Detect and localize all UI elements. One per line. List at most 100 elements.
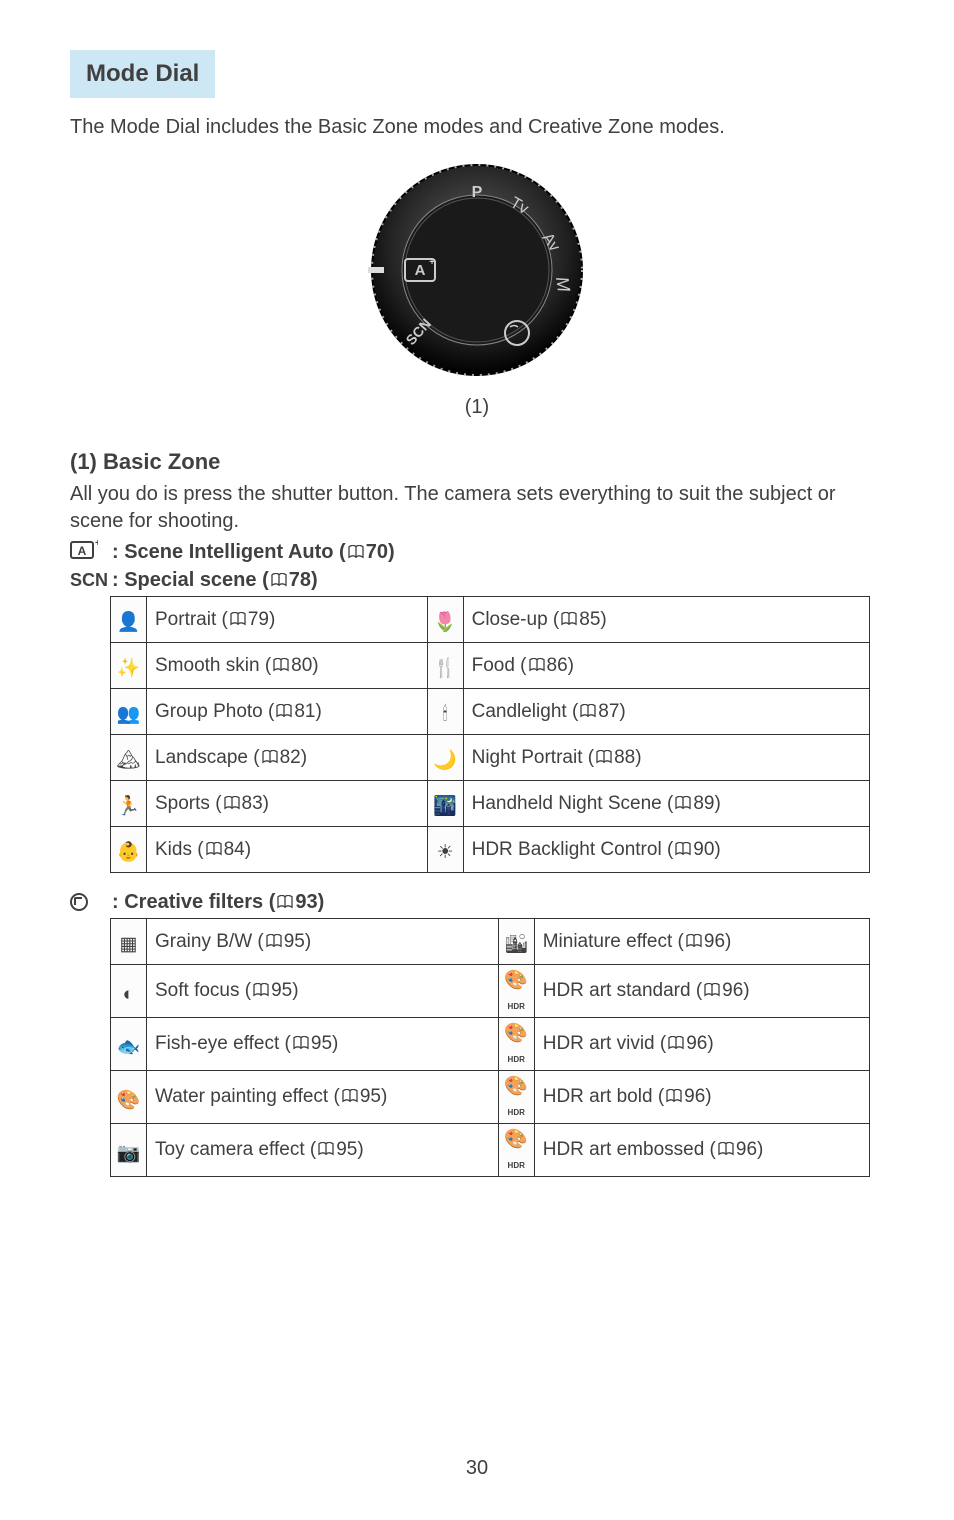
icon-cell: 🕯 bbox=[427, 689, 463, 735]
mode-dial-icon: P Tv Av M SCN A + bbox=[362, 155, 592, 385]
section-header: Mode Dial bbox=[70, 50, 215, 98]
special-scene-page: 78 bbox=[289, 569, 311, 591]
mode-icon: 🐟 bbox=[117, 1025, 141, 1064]
icon-cell: 🎨HDR bbox=[498, 1018, 534, 1071]
mode-name-cell: HDR art bold (96) bbox=[534, 1071, 869, 1124]
mode-name-cell: Toy camera effect (95) bbox=[147, 1124, 499, 1177]
scene-intelligent-auto-line: A + : Scene Intelligent Auto (70) bbox=[70, 539, 884, 565]
mode-icon: 👶 bbox=[117, 830, 141, 869]
page-ref-icon bbox=[717, 1142, 735, 1156]
scn-icon: SCN bbox=[70, 570, 112, 591]
table-row: 🐟Fish-eye effect (95)🎨HDRHDR art vivid (… bbox=[111, 1018, 870, 1071]
svg-text:A: A bbox=[415, 262, 426, 279]
svg-text:+: + bbox=[95, 539, 98, 549]
filters-table: ▦Grainy B/W (95)🏙Miniature effect (96)◐S… bbox=[110, 918, 884, 1177]
mode-name-cell: Close-up (85) bbox=[463, 597, 869, 643]
page-ref-icon bbox=[674, 796, 692, 810]
mode-name-cell: Grainy B/W (95) bbox=[147, 919, 499, 965]
page-ref-icon bbox=[528, 658, 546, 672]
mode-name-cell: Handheld Night Scene (89) bbox=[463, 781, 869, 827]
page-ref-icon bbox=[276, 895, 294, 909]
page-ref-icon bbox=[272, 658, 290, 672]
table-row: 🏃Sports (83)🌃Handheld Night Scene (89) bbox=[111, 781, 870, 827]
page-ref-icon bbox=[703, 983, 721, 997]
special-scene-line: SCN : Special scene (78) bbox=[70, 569, 884, 592]
page-ref-icon bbox=[341, 1089, 359, 1103]
table-row: 👶Kids (84)☀HDR Backlight Control (90) bbox=[111, 827, 870, 873]
creative-filters-page: 93 bbox=[295, 891, 317, 913]
scn-table: 👤Portrait (79)🌷Close-up (85)✨Smooth skin… bbox=[110, 596, 884, 873]
hdr-icon: 🎨HDR bbox=[504, 1076, 528, 1119]
page-ref-icon bbox=[292, 1036, 310, 1050]
mode-icon: 🎨 bbox=[117, 1078, 141, 1117]
page-ref-icon bbox=[347, 545, 365, 559]
icon-cell: 👤 bbox=[111, 597, 147, 643]
icon-cell: 🏃 bbox=[111, 781, 147, 827]
page-ref-icon bbox=[674, 842, 692, 856]
mode-name-cell: Fish-eye effect (95) bbox=[147, 1018, 499, 1071]
mode-name-cell: Sports (83) bbox=[147, 781, 428, 827]
icon-cell: 👶 bbox=[111, 827, 147, 873]
creative-filters-label: : Creative filters ( bbox=[112, 891, 275, 913]
mode-icon: 👤 bbox=[117, 600, 141, 639]
mode-name-cell: HDR art vivid (96) bbox=[534, 1018, 869, 1071]
mode-name-cell: Group Photo (81) bbox=[147, 689, 428, 735]
mode-icon: ☀ bbox=[437, 830, 454, 869]
svg-text:P: P bbox=[472, 184, 483, 201]
icon-cell: 🌃 bbox=[427, 781, 463, 827]
page-ref-icon bbox=[595, 750, 613, 764]
basic-zone-title: (1) Basic Zone bbox=[70, 449, 884, 475]
icon-cell: 📷 bbox=[111, 1124, 147, 1177]
mode-name-cell: HDR art embossed (96) bbox=[534, 1124, 869, 1177]
page-ref-icon bbox=[223, 796, 241, 810]
mode-icon: 🌙 bbox=[433, 738, 457, 777]
page-ref-icon bbox=[560, 612, 578, 626]
mode-icon: 🏔 bbox=[116, 738, 140, 777]
icon-cell: ◐ bbox=[111, 965, 147, 1018]
mode-dial-figure: P Tv Av M SCN A + (1) bbox=[70, 155, 884, 419]
special-scene-label: : Special scene ( bbox=[112, 569, 269, 591]
page-ref-icon bbox=[265, 934, 283, 948]
hdr-icon: 🎨HDR bbox=[504, 1023, 528, 1066]
mode-icon: 🌷 bbox=[433, 600, 457, 639]
mode-name-cell: Night Portrait (88) bbox=[463, 735, 869, 781]
mode-name-cell: Miniature effect (96) bbox=[534, 919, 869, 965]
mode-name-cell: Soft focus (95) bbox=[147, 965, 499, 1018]
table-row: 👤Portrait (79)🌷Close-up (85) bbox=[111, 597, 870, 643]
mode-name-cell: Kids (84) bbox=[147, 827, 428, 873]
dial-caption: (1) bbox=[70, 396, 884, 419]
page-number: 30 bbox=[70, 1457, 884, 1480]
table-row: 🏔Landscape (82)🌙Night Portrait (88) bbox=[111, 735, 870, 781]
hdr-icon: 🎨HDR bbox=[504, 1129, 528, 1172]
page-ref-icon bbox=[270, 573, 288, 587]
mode-name-cell: Food (86) bbox=[463, 643, 869, 689]
table-row: ✨Smooth skin (80)🍴Food (86) bbox=[111, 643, 870, 689]
page-ref-icon bbox=[275, 704, 293, 718]
icon-cell: ✨ bbox=[111, 643, 147, 689]
svg-text:+: + bbox=[429, 257, 435, 268]
hdr-icon: 🎨HDR bbox=[504, 970, 528, 1013]
svg-text:M: M bbox=[552, 275, 574, 293]
page-ref-icon bbox=[205, 842, 223, 856]
mode-name-cell: Water painting effect (95) bbox=[147, 1071, 499, 1124]
icon-cell: 🎨 bbox=[111, 1071, 147, 1124]
svg-text:A: A bbox=[78, 544, 87, 558]
icon-cell: 🌙 bbox=[427, 735, 463, 781]
page-ref-icon bbox=[579, 704, 597, 718]
table-row: 👥Group Photo (81)🕯Candlelight (87) bbox=[111, 689, 870, 735]
page-ref-icon bbox=[665, 1089, 683, 1103]
mode-icon: 🏃 bbox=[117, 784, 141, 823]
mode-name-cell: Portrait (79) bbox=[147, 597, 428, 643]
creative-filters-line: : Creative filters (93) bbox=[70, 891, 884, 914]
mode-name-cell: Candlelight (87) bbox=[463, 689, 869, 735]
auto-mode-icon: A + bbox=[70, 539, 112, 565]
icon-cell: ☀ bbox=[427, 827, 463, 873]
mode-icon: 👥 bbox=[117, 692, 141, 731]
table-row: 📷Toy camera effect (95)🎨HDRHDR art embos… bbox=[111, 1124, 870, 1177]
mode-icon: ◐ bbox=[123, 972, 134, 1011]
page-ref-icon bbox=[252, 983, 270, 997]
icon-cell: 🏔 bbox=[111, 735, 147, 781]
page-ref-icon bbox=[685, 934, 703, 948]
icon-cell: 🎨HDR bbox=[498, 965, 534, 1018]
icon-cell: 🌷 bbox=[427, 597, 463, 643]
